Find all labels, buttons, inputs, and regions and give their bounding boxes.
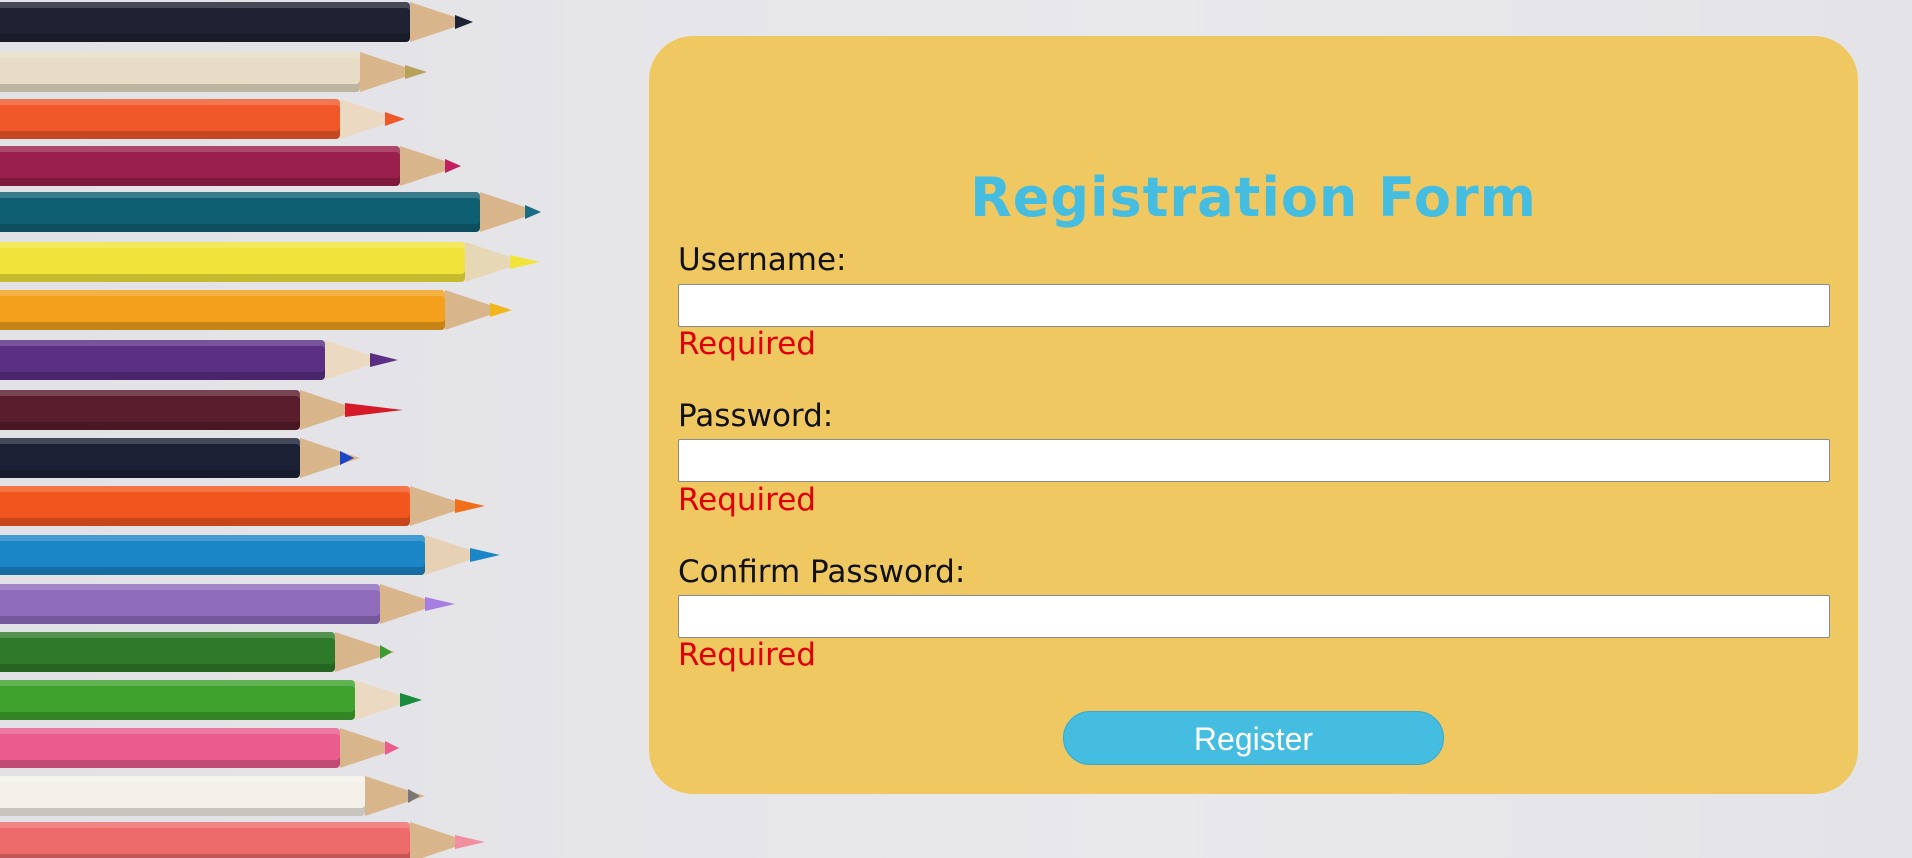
- password-error: Required: [678, 482, 816, 518]
- confirm-password-input[interactable]: [678, 595, 1830, 638]
- register-button[interactable]: Register: [1063, 711, 1444, 765]
- password-label: Password:: [678, 398, 834, 434]
- username-label: Username:: [678, 242, 847, 278]
- confirm-password-error: Required: [678, 637, 816, 673]
- form-title: Registration Form: [970, 166, 1537, 229]
- confirm-password-label: Confirm Password:: [678, 554, 966, 590]
- pencils-background-image: [0, 0, 600, 858]
- page: Registration Form Username: Required Pas…: [0, 0, 1912, 858]
- username-input[interactable]: [678, 284, 1830, 327]
- username-error: Required: [678, 326, 816, 362]
- password-input[interactable]: [678, 439, 1830, 482]
- registration-form: Registration Form Username: Required Pas…: [649, 36, 1858, 794]
